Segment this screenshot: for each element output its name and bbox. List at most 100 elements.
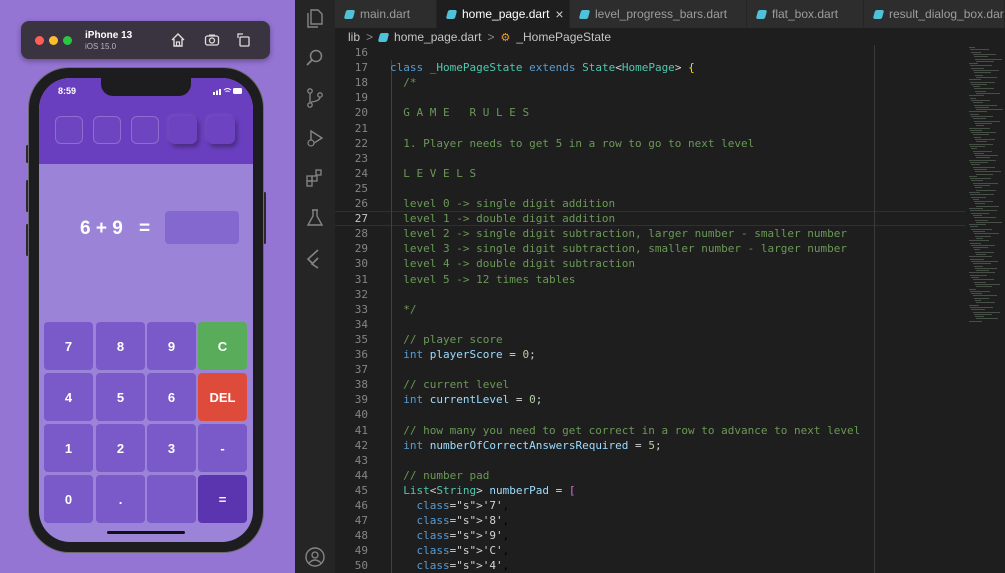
code-line[interactable]: 46 class="s">'7', xyxy=(335,498,967,513)
minimap-line xyxy=(976,205,1000,207)
files-icon[interactable] xyxy=(304,7,326,29)
minimap-line xyxy=(973,249,980,251)
minimap-line xyxy=(969,224,986,226)
rotate-icon[interactable] xyxy=(236,32,252,48)
code-line[interactable]: 49 class="s">'C', xyxy=(335,543,967,558)
home-icon[interactable] xyxy=(170,32,186,48)
code-line[interactable]: 18 /* xyxy=(335,75,967,90)
extensions-icon[interactable] xyxy=(304,167,326,189)
minimap-line xyxy=(970,194,995,196)
zoom-window-button[interactable] xyxy=(63,36,72,45)
minimap[interactable] xyxy=(967,45,1005,573)
key-1[interactable]: 1 xyxy=(44,424,93,472)
tab-main-dart[interactable]: main.dart xyxy=(335,0,437,28)
code-line[interactable]: 41 // how many you need to get correct i… xyxy=(335,423,967,438)
code-line[interactable]: 48 class="s">'9', xyxy=(335,528,967,543)
minus-key[interactable]: - xyxy=(198,424,247,472)
code-line[interactable]: 36 int playerScore = 0; xyxy=(335,347,967,362)
tab-level-progress-bars-dart[interactable]: level_progress_bars.dart xyxy=(570,0,747,28)
minimize-window-button[interactable] xyxy=(49,36,58,45)
code-line[interactable]: 47 class="s">'8', xyxy=(335,513,967,528)
breadcrumb-separator: > xyxy=(487,30,495,44)
code-line[interactable]: 29 level 3 -> single digit subtraction, … xyxy=(335,241,967,256)
code-line[interactable]: 24 L E V E L S xyxy=(335,166,967,181)
phone-notch xyxy=(101,78,191,96)
code-editor[interactable]: 16 17 class _HomePageState extends State<H… xyxy=(335,45,967,573)
tab-result-dialog-box-dart[interactable]: result_dialog_box.dar xyxy=(864,0,1005,28)
blank-key[interactable] xyxy=(147,475,196,523)
camera-icon[interactable] xyxy=(204,32,220,48)
code-line[interactable]: 50 class="s">'4', xyxy=(335,558,967,573)
clear-key[interactable]: C xyxy=(198,322,247,370)
code-line[interactable]: 16 xyxy=(335,45,967,60)
code-line[interactable]: 39 int currentLevel = 0; xyxy=(335,392,967,407)
account-icon[interactable] xyxy=(304,546,326,568)
minimap-line xyxy=(976,221,1003,223)
phone-power-button xyxy=(263,192,266,244)
code-line[interactable]: 25 xyxy=(335,181,967,196)
run-debug-icon[interactable] xyxy=(304,127,326,149)
breadcrumb-file[interactable]: home_page.dart xyxy=(394,30,481,44)
code-line[interactable]: 30 level 4 -> double digit subtraction xyxy=(335,256,967,271)
code-line[interactable]: 32 xyxy=(335,287,967,302)
code-line[interactable]: 33 */ xyxy=(335,302,967,317)
code-line[interactable]: 23 xyxy=(335,151,967,166)
code-line[interactable]: 21 xyxy=(335,121,967,136)
code-line[interactable]: 22 1. Player needs to get 5 in a row to … xyxy=(335,136,967,151)
tab-flat-box-dart[interactable]: flat_box.dart xyxy=(747,0,864,28)
code-line[interactable]: 34 xyxy=(335,317,967,332)
minimap-line xyxy=(976,157,991,159)
code-line[interactable]: 40 xyxy=(335,407,967,422)
minimap-line xyxy=(970,145,986,147)
minimap-line xyxy=(972,182,998,184)
breadcrumb-symbol[interactable]: _HomePageState xyxy=(516,30,611,44)
code-line[interactable]: 19 xyxy=(335,90,967,105)
code-line[interactable]: 45 List<String> numberPad = [ xyxy=(335,483,967,498)
code-line[interactable]: 17 class _HomePageState extends State<Hom… xyxy=(335,60,967,75)
line-number: 25 xyxy=(354,181,368,195)
minimap-line xyxy=(975,251,994,253)
code-line[interactable]: 28 level 2 -> single digit subtraction, … xyxy=(335,226,967,241)
code-line[interactable]: 37 xyxy=(335,362,967,377)
code-line[interactable]: 31 level 5 -> 12 times tables xyxy=(335,272,967,287)
home-indicator[interactable] xyxy=(107,531,185,534)
line-number: 46 xyxy=(354,499,368,512)
minimap-line xyxy=(972,150,992,152)
search-icon[interactable] xyxy=(304,47,326,69)
flutter-icon[interactable] xyxy=(304,247,326,269)
code-line[interactable]: 26 level 0 -> single digit addition xyxy=(335,196,967,211)
code-line[interactable]: 20 G A M E R U L E S xyxy=(335,105,967,120)
code-line[interactable]: 27 level 1 -> double digit addition xyxy=(335,211,967,226)
close-tab-icon[interactable]: × xyxy=(555,6,563,22)
key-3[interactable]: 3 xyxy=(147,424,196,472)
key-6[interactable]: 6 xyxy=(147,373,196,421)
decimal-key[interactable]: . xyxy=(96,475,145,523)
minimap-line xyxy=(972,279,994,281)
key-8[interactable]: 8 xyxy=(96,322,145,370)
minimap-line xyxy=(970,178,992,180)
close-window-button[interactable] xyxy=(35,36,44,45)
key-0[interactable]: 0 xyxy=(44,475,93,523)
tab-home-page-dart[interactable]: home_page.dart × xyxy=(437,0,570,28)
line-text: /* xyxy=(390,76,417,90)
key-4[interactable]: 4 xyxy=(44,373,93,421)
submit-key[interactable]: = xyxy=(198,475,247,523)
breadcrumb-folder[interactable]: lib xyxy=(348,30,360,44)
minimap-line xyxy=(976,286,993,288)
code-line[interactable]: 42 int numberOfCorrectAnswersRequired = … xyxy=(335,438,967,453)
code-line[interactable]: 43 xyxy=(335,453,967,468)
code-line[interactable]: 38 // current level xyxy=(335,377,967,392)
key-7[interactable]: 7 xyxy=(44,322,93,370)
code-line[interactable]: 44 // number pad xyxy=(335,468,967,483)
minimap-line xyxy=(972,102,983,104)
breadcrumb-separator: > xyxy=(366,30,374,44)
testing-icon[interactable] xyxy=(304,207,326,229)
code-line[interactable]: 35 // player score xyxy=(335,332,967,347)
progress-box xyxy=(55,116,83,144)
minimap-line xyxy=(973,201,993,203)
source-control-icon[interactable] xyxy=(304,87,326,109)
key-9[interactable]: 9 xyxy=(147,322,196,370)
delete-key[interactable]: DEL xyxy=(198,373,247,421)
key-2[interactable]: 2 xyxy=(96,424,145,472)
key-5[interactable]: 5 xyxy=(96,373,145,421)
